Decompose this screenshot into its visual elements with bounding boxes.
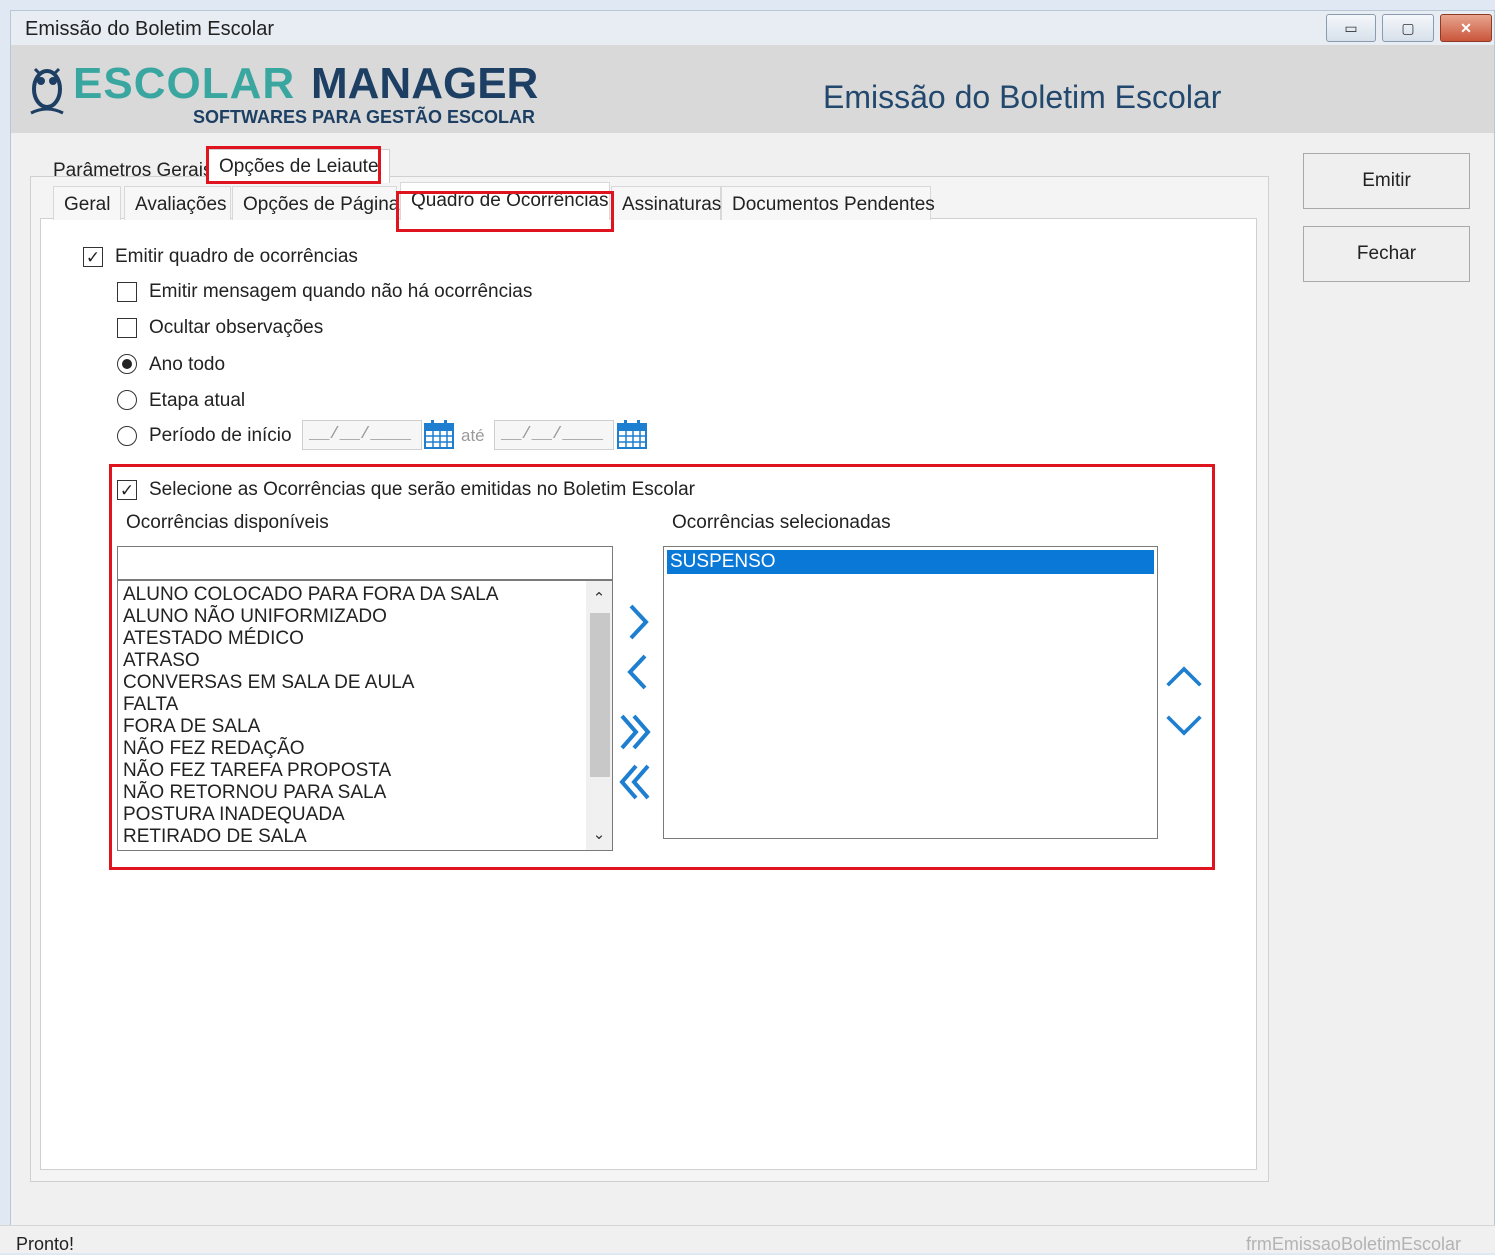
list-item[interactable]: ALUNO NÃO UNIFORMIZADO	[123, 606, 387, 628]
checkmark-icon: ✓	[85, 247, 101, 267]
available-list-scrollbar[interactable]: ⌃ ⌄	[586, 581, 612, 850]
tab-parametros-gerais[interactable]: Parâmetros Gerais	[43, 154, 222, 188]
list-item[interactable]: NÃO FEZ REDAÇÃO	[123, 738, 305, 760]
list-item[interactable]: NÃO FEZ TAREFA PROPOSTA	[123, 760, 391, 782]
ate-label: até	[461, 426, 485, 445]
scroll-up-icon[interactable]: ⌃	[590, 589, 608, 607]
page-title: Emissão do Boletim Escolar	[823, 79, 1222, 115]
list-item[interactable]: POSTURA INADEQUADA	[123, 804, 345, 826]
fechar-button[interactable]: Fechar	[1303, 226, 1470, 282]
list-item[interactable]: ALUNO COLOCADO PARA FORA DA SALA	[123, 584, 499, 606]
ano-todo-label: Ano todo	[149, 354, 226, 375]
status-text: Pronto!	[16, 1234, 75, 1254]
selected-list-label: Ocorrências selecionadas	[672, 512, 891, 533]
list-item[interactable]: FALTA	[123, 694, 178, 716]
logo-escolar-text: ESCOLAR	[73, 59, 296, 108]
ocultar-observacoes-checkbox[interactable]	[117, 318, 137, 338]
etapa-atual-radio[interactable]	[117, 390, 137, 410]
checkmark-icon: ✓	[119, 480, 135, 500]
date-end-field[interactable]: __/__/____	[494, 420, 614, 450]
owl-logo-icon	[30, 67, 64, 115]
emitir-mensagem-label: Emitir mensagem quando não há ocorrência…	[149, 281, 533, 302]
available-filter-input[interactable]	[117, 546, 613, 580]
move-all-right-button[interactable]	[616, 710, 656, 754]
available-list[interactable]: ALUNO COLOCADO PARA FORA DA SALA ALUNO N…	[117, 580, 613, 851]
tab-quadro-de-ocorrencias[interactable]: Quadro de Ocorrências	[400, 182, 610, 220]
maximize-button[interactable]: ▢	[1382, 14, 1434, 42]
list-item[interactable]: ATRASO	[123, 650, 200, 672]
scroll-down-icon[interactable]: ⌄	[590, 825, 608, 843]
app-header: ESCOLAR MANAGER SOFTWARES PARA GESTÃO ES…	[11, 45, 1494, 133]
close-window-button[interactable]: ✕	[1440, 14, 1492, 42]
list-item[interactable]: FORA DE SALA	[123, 716, 260, 738]
tab-assinaturas[interactable]: Assinaturas	[611, 186, 721, 220]
etapa-atual-label: Etapa atual	[149, 390, 246, 411]
move-all-left-button[interactable]	[616, 760, 656, 804]
ano-todo-radio[interactable]	[117, 354, 137, 374]
logo-subtitle: SOFTWARES PARA GESTÃO ESCOLAR	[193, 107, 536, 127]
tab-avaliacoes[interactable]: Avaliações	[124, 186, 231, 220]
selected-list[interactable]: SUSPENSO	[663, 546, 1158, 839]
date-start-field[interactable]: __/__/____	[302, 420, 422, 450]
move-up-button[interactable]	[1164, 656, 1204, 700]
list-item[interactable]: CONVERSAS EM SALA DE AULA	[123, 672, 414, 694]
emitir-mensagem-checkbox[interactable]	[117, 282, 137, 302]
minimize-button[interactable]: ▭	[1326, 14, 1376, 42]
tab-documentos-pendentes[interactable]: Documentos Pendentes	[721, 186, 935, 220]
periodo-inicio-label: Período de início	[149, 425, 292, 446]
logo-manager-text: MANAGER	[311, 59, 539, 108]
emitir-quadro-checkbox[interactable]: ✓	[83, 247, 103, 267]
tab-geral[interactable]: Geral	[53, 186, 121, 220]
emitir-quadro-label: Emitir quadro de ocorrências	[115, 246, 358, 267]
emitir-button[interactable]: Emitir	[1303, 153, 1470, 209]
title-bar: Emissão do Boletim Escolar ▭ ▢ ✕	[11, 11, 1494, 45]
ocultar-observacoes-label: Ocultar observações	[149, 317, 324, 338]
selecione-ocorrencias-checkbox[interactable]: ✓	[117, 480, 137, 500]
tab-opcoes-de-leiaute[interactable]: Opções de Leiaute	[208, 149, 390, 183]
calendar-icon[interactable]	[423, 418, 455, 450]
list-item[interactable]: RETIRADO DE SALA	[123, 826, 307, 848]
move-left-button[interactable]	[618, 650, 658, 694]
calendar-icon[interactable]	[616, 418, 648, 450]
list-item[interactable]: ATESTADO MÉDICO	[123, 628, 304, 650]
list-item-selected[interactable]: SUSPENSO	[667, 550, 1154, 574]
tab-opcoes-de-pagina[interactable]: Opções de Página	[232, 186, 399, 220]
form-name-text: frmEmissaoBoletimEscolar	[1245, 1234, 1461, 1254]
available-list-label: Ocorrências disponíveis	[126, 512, 329, 533]
scroll-thumb[interactable]	[590, 613, 610, 777]
periodo-inicio-radio[interactable]	[117, 426, 137, 446]
window-title: Emissão do Boletim Escolar	[25, 18, 274, 40]
move-down-button[interactable]	[1164, 702, 1204, 746]
selecione-ocorrencias-label: Selecione as Ocorrências que serão emiti…	[149, 479, 695, 500]
move-right-button[interactable]	[618, 600, 658, 644]
list-item[interactable]: NÃO RETORNOU PARA SALA	[123, 782, 386, 804]
